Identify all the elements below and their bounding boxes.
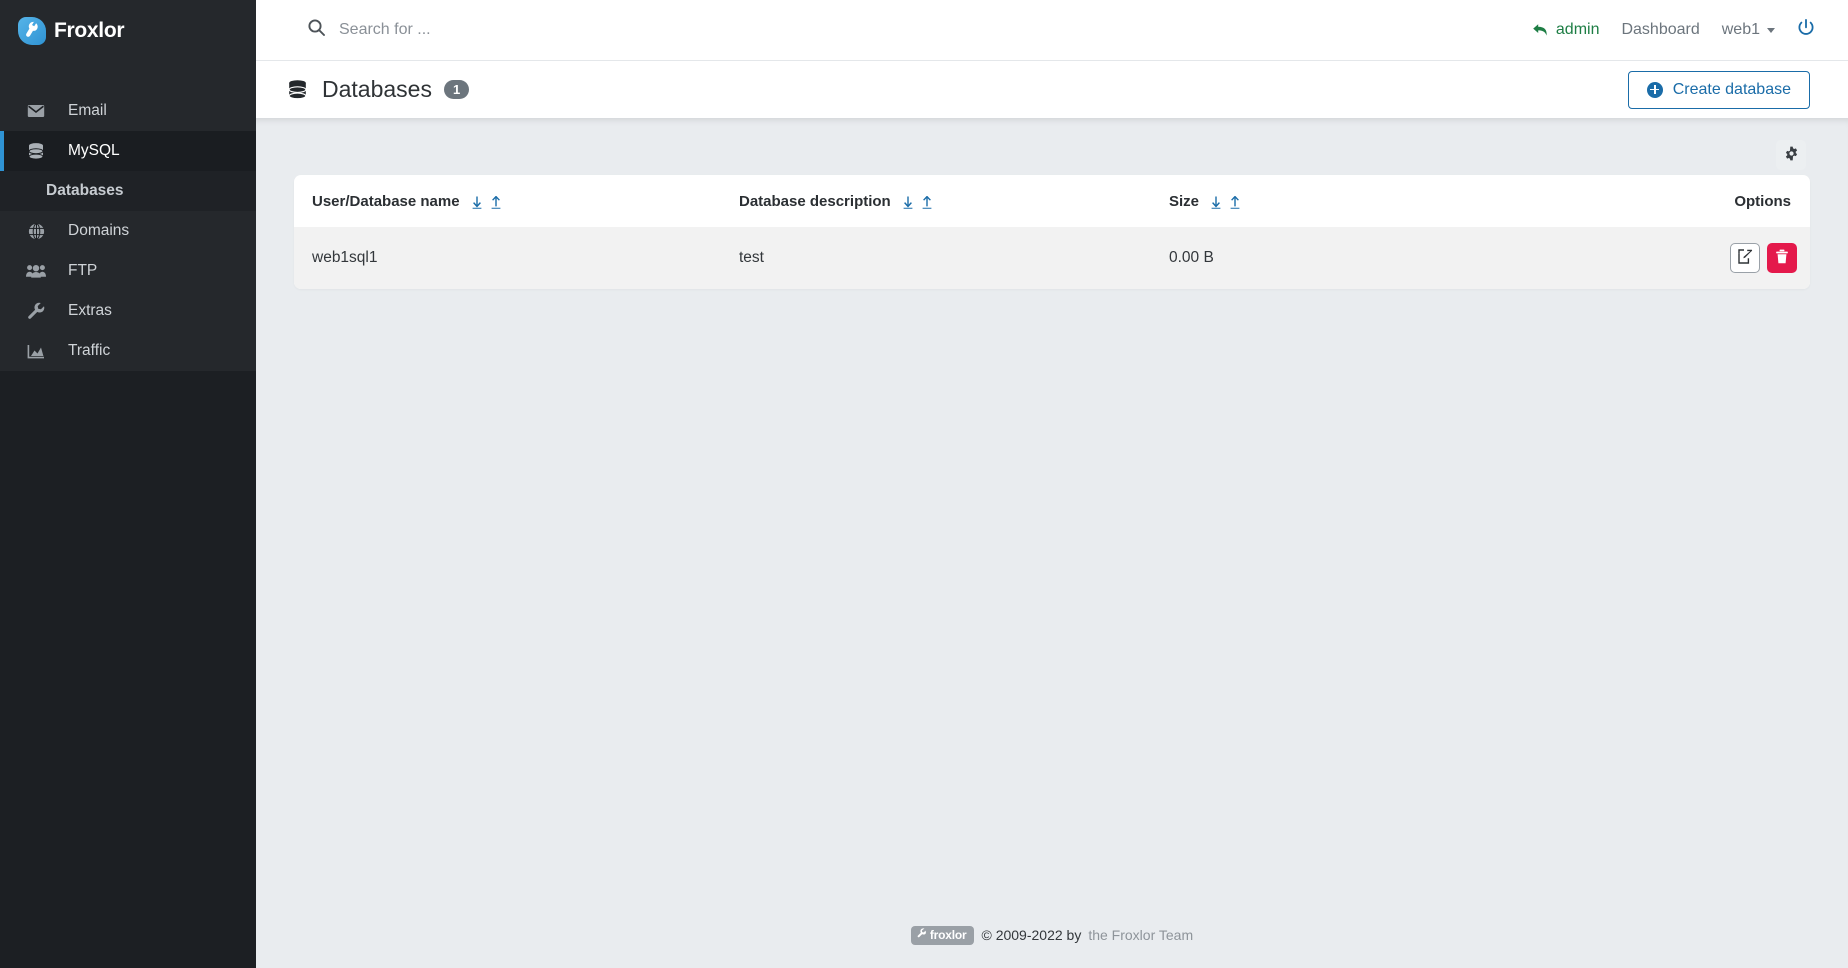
envelope-icon (25, 104, 47, 118)
sidebar-item-domains[interactable]: Domains (0, 211, 256, 251)
page-title-group: Databases 1 (288, 76, 469, 103)
sidebar-item-label: Extras (68, 302, 112, 320)
back-arrow-icon (1532, 23, 1549, 37)
footer-froxlor-badge: froxlor (911, 926, 975, 945)
databases-table-card: User/Database name (294, 175, 1810, 289)
footer-badge-label: froxlor (930, 928, 967, 942)
user-menu[interactable]: web1 (1711, 21, 1786, 39)
chart-icon (25, 344, 47, 359)
search-input[interactable] (339, 21, 659, 39)
column-header-label: Options (1734, 193, 1791, 210)
row-actions (1730, 243, 1797, 273)
database-icon (288, 80, 307, 100)
footer: froxlor © 2009-2022 by the Froxlor Team (256, 902, 1848, 968)
back-to-admin-link[interactable]: admin (1521, 21, 1611, 39)
sidebar-item-label: Traffic (68, 342, 110, 360)
table-settings-button[interactable] (1776, 140, 1806, 170)
dashboard-label: Dashboard (1621, 21, 1699, 39)
app-root: Froxlor Email (0, 0, 1848, 968)
delete-database-button[interactable] (1767, 243, 1797, 273)
pencil-square-icon (1738, 249, 1753, 267)
column-header-label: Size (1169, 193, 1199, 210)
column-header-label: User/Database name (312, 193, 460, 210)
column-header-description: Database description (739, 175, 1169, 227)
sidebar-filler (0, 371, 256, 968)
table-header-row: User/Database name (294, 175, 1810, 227)
sort-desc-size[interactable] (1211, 196, 1221, 209)
sidebar-subitem-label: Databases (46, 182, 124, 200)
brand[interactable]: Froxlor (0, 0, 256, 61)
froxlor-wrench-logo-icon (18, 17, 46, 45)
sidebar-item-label: MySQL (68, 142, 120, 160)
froxlor-wrench-icon (917, 928, 926, 942)
column-header-size: Size (1169, 175, 1469, 227)
chevron-down-icon (1767, 28, 1775, 33)
cell-row-options (1469, 227, 1810, 289)
table-row: web1sql1 test 0.00 B (294, 227, 1810, 289)
sidebar-item-email[interactable]: Email (0, 91, 256, 131)
sort-controls (903, 196, 932, 209)
sidebar-item-mysql[interactable]: MySQL (0, 131, 256, 171)
plus-circle-icon (1647, 82, 1663, 98)
trash-icon (1775, 249, 1789, 267)
sidebar-nav-list: Email MySQL (0, 61, 256, 371)
database-icon (25, 143, 47, 160)
search-box[interactable] (256, 19, 1521, 41)
sidebar: Froxlor Email (0, 0, 256, 968)
cell-database-size: 0.00 B (1169, 227, 1469, 289)
gear-icon (1784, 146, 1799, 164)
sidebar-item-extras[interactable]: Extras (0, 291, 256, 331)
sort-desc-name[interactable] (472, 196, 482, 209)
sort-asc-size[interactable] (1230, 196, 1240, 209)
table-body: web1sql1 test 0.00 B (294, 227, 1810, 289)
databases-table: User/Database name (294, 175, 1810, 289)
wrench-icon (25, 302, 47, 320)
sidebar-item-ftp[interactable]: FTP (0, 251, 256, 291)
main-area: admin Dashboard web1 (256, 0, 1848, 968)
column-header-options: Options (1469, 175, 1810, 227)
sidebar-item-traffic[interactable]: Traffic (0, 331, 256, 371)
topbar: admin Dashboard web1 (256, 0, 1848, 61)
search-icon (308, 19, 325, 41)
sort-controls (1211, 196, 1240, 209)
footer-team-link[interactable]: the Froxlor Team (1088, 927, 1193, 943)
user-label: web1 (1722, 21, 1760, 39)
sidebar-item-label: Domains (68, 222, 129, 240)
brand-name: Froxlor (54, 19, 124, 43)
sidebar-nav: Email MySQL (0, 61, 256, 371)
footer-copyright: © 2009-2022 by (981, 927, 1081, 943)
sidebar-item-databases[interactable]: Databases (0, 171, 256, 211)
table-head: User/Database name (294, 175, 1810, 227)
column-header-name: User/Database name (294, 175, 739, 227)
admin-label: admin (1556, 21, 1600, 39)
cell-database-description: test (739, 227, 1169, 289)
sort-controls (472, 196, 501, 209)
column-header-label: Database description (739, 193, 891, 210)
sidebar-item-label: Email (68, 102, 107, 120)
sidebar-item-label: FTP (68, 262, 97, 280)
page-header: Databases 1 Create database (256, 61, 1848, 118)
users-icon (25, 264, 47, 278)
create-database-button[interactable]: Create database (1628, 71, 1810, 109)
cell-database-name: web1sql1 (294, 227, 739, 289)
content-area: User/Database name (256, 118, 1848, 902)
dashboard-link[interactable]: Dashboard (1610, 21, 1710, 39)
globe-icon (25, 223, 47, 240)
status-badge: 1 (444, 80, 469, 99)
sort-asc-description[interactable] (922, 196, 932, 209)
table-toolbar (294, 118, 1810, 170)
create-database-label: Create database (1673, 81, 1791, 99)
power-icon (1797, 19, 1815, 42)
edit-database-button[interactable] (1730, 243, 1760, 273)
logout-button[interactable] (1786, 19, 1826, 42)
topbar-nav: admin Dashboard web1 (1521, 19, 1848, 42)
sort-asc-name[interactable] (491, 196, 501, 209)
sort-desc-description[interactable] (903, 196, 913, 209)
page-title: Databases (322, 76, 432, 103)
